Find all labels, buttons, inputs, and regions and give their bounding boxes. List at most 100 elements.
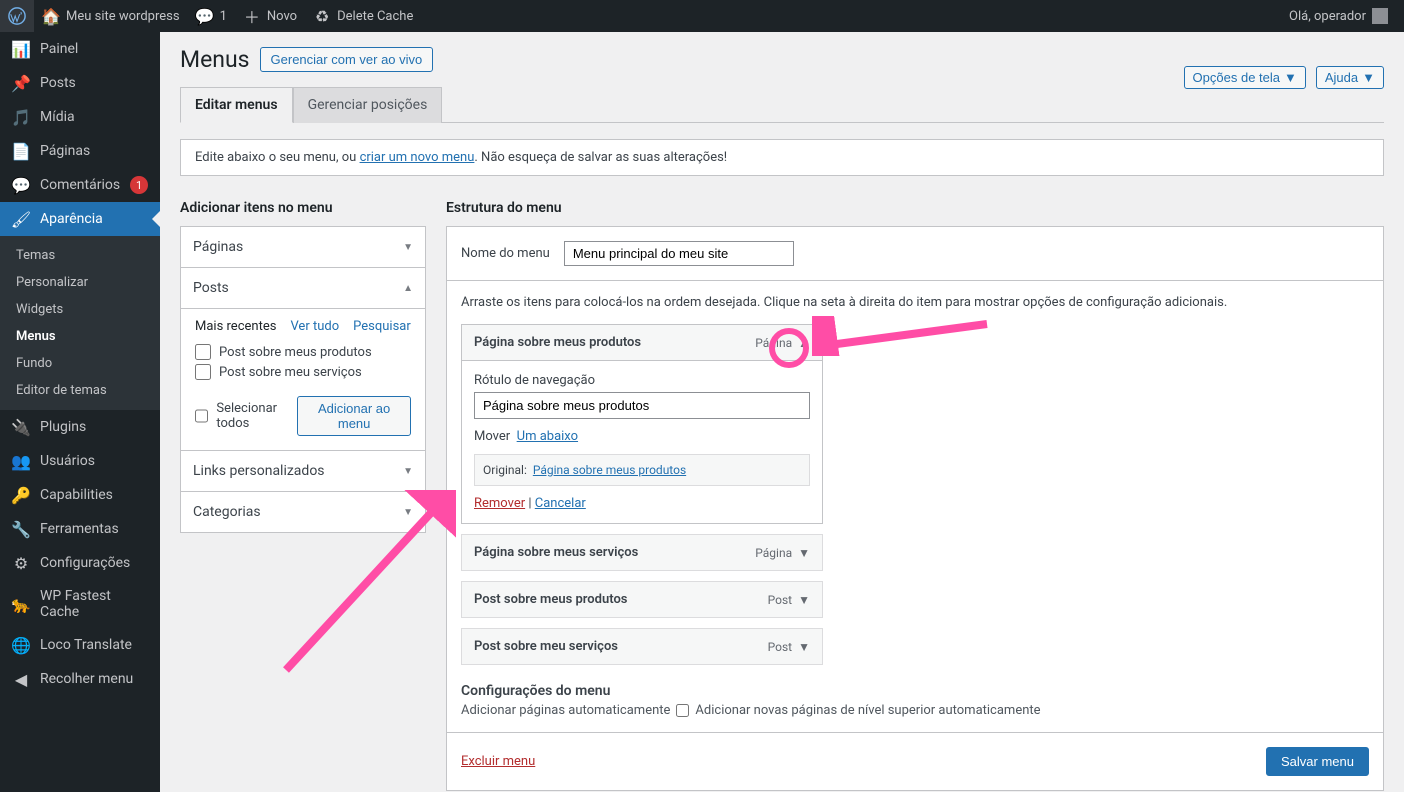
delete-cache[interactable]: ♻Delete Cache [305,0,421,32]
help-button[interactable]: Ajuda ▼ [1316,66,1384,89]
sidebar-item-paginas[interactable]: 📄Páginas [0,134,160,168]
auto-add-label: Adicionar páginas automaticamente [461,703,670,718]
site-name[interactable]: 🏠Meu site wordpress [34,0,188,32]
chevron-down-icon: ▼ [1284,70,1297,85]
menu-item-type-4: Post ▼ [768,640,810,654]
sidebar-item-label: Posts [40,75,76,91]
edit-menu-notice: Edite abaixo o seu menu, ou criar um nov… [180,139,1384,176]
acc-posts-head[interactable]: Posts▲ [181,267,425,308]
move-row: Mover Um abaixo [474,429,810,444]
menu-item-bar-4[interactable]: Post sobre meu serviços Post ▼ [461,628,823,665]
move-label: Mover [474,429,510,444]
menu-item-2: Página sobre meus serviços Página▼ [461,534,823,571]
auto-add-checkbox[interactable] [676,704,689,717]
tab-manage-positions[interactable]: Gerenciar posições [293,87,443,123]
sidebar-item-usuarios[interactable]: 👥Usuários [0,444,160,478]
sub-temas[interactable]: Temas [0,242,160,269]
sub-editor-temas[interactable]: Editor de temas [0,377,160,404]
minitab-all[interactable]: Ver tudo [290,319,339,334]
remove-link[interactable]: Remover [474,496,525,511]
my-account[interactable]: Olá, operador [1281,0,1396,32]
sidebar-item-label: Recolher menu [40,671,133,687]
sidebar-item-plugins[interactable]: 🔌Plugins [0,410,160,444]
minitab-search[interactable]: Pesquisar [353,319,411,334]
save-menu-button[interactable]: Salvar menu [1266,747,1369,776]
delete-menu-link[interactable]: Excluir menu [461,754,535,769]
sidebar-item-painel[interactable]: 📊Painel [0,32,160,66]
menu-body: Arraste os itens para colocá-los na orde… [447,281,1383,732]
new-content[interactable]: ＋Novo [235,0,305,32]
key-icon: 🔑 [12,486,30,504]
sidebar-item-comentarios[interactable]: 💬Comentários1 [0,168,160,202]
column-menu-structure: Estrutura do menu Nome do menu Arraste o… [446,192,1384,791]
posts-minitabs: Mais recentes Ver tudo Pesquisar [181,309,425,342]
comments-bubble[interactable]: 💬1 [188,0,235,32]
acc-posts-body: Mais recentes Ver tudo Pesquisar Post so… [181,308,425,450]
auto-add-text: Adicionar novas páginas de nível superio… [695,703,1040,718]
wp-logo[interactable] [0,0,34,32]
cancel-link[interactable]: Cancelar [535,496,586,511]
add-items-title: Adicionar itens no menu [180,200,426,216]
menu-columns: Adicionar itens no menu Páginas▼ Posts▲ … [180,192,1384,791]
chevron-down-icon: ▼ [798,593,810,607]
plus-icon: ＋ [243,7,261,25]
sub-menus[interactable]: Menus [0,323,160,350]
collapse-icon: ◀ [12,670,30,688]
move-down-link[interactable]: Um abaixo [517,429,578,444]
acc-categories-head[interactable]: Categorias▼ [181,491,425,532]
type-label: Página [755,336,792,350]
notice-pre: Edite abaixo o seu menu, ou [195,150,360,165]
type-label: Post [768,640,792,654]
sidebar-item-midia[interactable]: 🎵Mídia [0,100,160,134]
sub-widgets[interactable]: Widgets [0,296,160,323]
post-checkbox-1[interactable] [195,344,211,360]
help-label: Ajuda [1325,70,1358,85]
post-label-1: Post sobre meus produtos [219,345,372,360]
sidebar-item-capabilities[interactable]: 🔑 Capabilities [0,478,160,512]
comment-icon: 💬 [12,176,30,194]
menu-item-bar-1[interactable]: Página sobre meus produtos Página▲ [461,324,823,361]
select-all-checkbox[interactable] [195,408,208,424]
add-to-menu-button[interactable]: Adicionar ao menu [297,396,411,436]
acc-links-head[interactable]: Links personalizados▼ [181,450,425,491]
sidebar-item-configuracoes[interactable]: ⚙Configurações [0,546,160,580]
sidebar-item-posts[interactable]: 📌Posts [0,66,160,100]
items-accordion: Páginas▼ Posts▲ Mais recentes Ver tudo P… [180,226,426,533]
minitab-recent[interactable]: Mais recentes [195,319,276,334]
menu-name-input[interactable] [564,241,794,266]
nav-label-input[interactable] [474,392,810,419]
structure-title: Estrutura do menu [446,200,1384,216]
tab-edit-menus[interactable]: Editar menus [180,87,293,123]
sub-fundo[interactable]: Fundo [0,350,160,377]
chevron-up-icon: ▲ [798,336,810,350]
cache-icon: 🐆 [12,595,30,613]
original-link[interactable]: Página sobre meus produtos [533,463,686,477]
chevron-down-icon: ▼ [1362,70,1375,85]
post-check-row: Post sobre meu serviços [195,362,411,382]
create-new-menu-link[interactable]: criar um novo menu [360,150,475,165]
sub-personalizar[interactable]: Personalizar [0,269,160,296]
post-checkbox-2[interactable] [195,364,211,380]
sidebar-item-label: Mídia [40,109,75,125]
menu-item-bar-3[interactable]: Post sobre meus produtos Post▼ [461,581,823,618]
greeting: Olá, operador [1289,9,1366,24]
post-check-row: Post sobre meus produtos [195,342,411,362]
sidebar-item-ferramentas[interactable]: 🔧Ferramentas [0,512,160,546]
chevron-down-icon: ▼ [798,640,810,654]
menu-item-4: Post sobre meu serviços Post ▼ [461,628,823,665]
sidebar-item-aparencia[interactable]: 🖌Aparência [0,202,160,236]
sidebar-item-loco[interactable]: 🌐Loco Translate [0,628,160,662]
manage-live-button[interactable]: Gerenciar com ver ao vivo [260,47,434,72]
menu-item-bar-2[interactable]: Página sobre meus serviços Página▼ [461,534,823,571]
menu-item-1: Página sobre meus produtos Página▲ Rótul… [461,324,823,524]
menu-item-title-4: Post sobre meu serviços [474,639,618,654]
menu-name-label: Nome do menu [461,246,550,261]
menu-frame-header: Nome do menu [447,227,1383,281]
screen-options-button[interactable]: Opções de tela▼ [1184,66,1306,89]
sidebar-item-collapse[interactable]: ◀ Recolher menu [0,662,160,696]
sidebar-item-label: Plugins [40,419,86,435]
sidebar-item-label: Capabilities [40,487,113,503]
posts-checkbox-list: Post sobre meus produtos Post sobre meu … [181,342,425,382]
sidebar-item-wpfastest[interactable]: 🐆WP Fastest Cache [0,580,160,628]
acc-pages-head[interactable]: Páginas▼ [181,227,425,267]
